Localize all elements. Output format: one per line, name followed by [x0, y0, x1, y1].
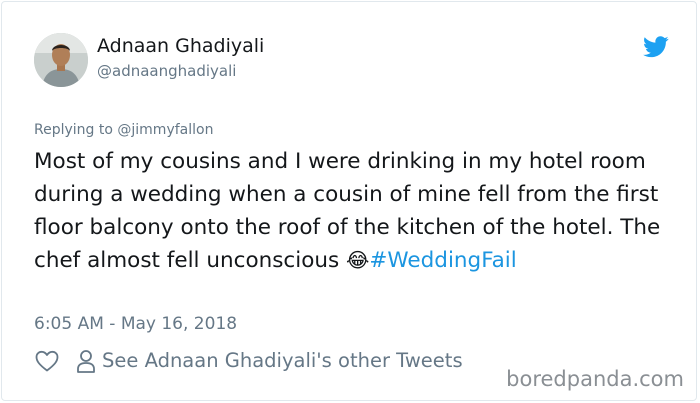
avatar-photo: [34, 33, 88, 87]
tweet-timestamp[interactable]: 6:05 AM - May 16, 2018: [34, 314, 237, 334]
avatar[interactable]: [34, 33, 88, 87]
tweet-text: Most of my cousins and I were drinking i…: [34, 145, 674, 277]
author-name[interactable]: Adnaan Ghadiyali: [97, 35, 264, 57]
laughing-emoji-icon: 😂: [346, 248, 370, 272]
replying-to-line: Replying to @jimmyfallon: [34, 122, 213, 138]
person-icon: [77, 350, 95, 373]
heart-icon[interactable]: [35, 350, 59, 372]
replying-prefix: Replying to: [34, 122, 113, 138]
watermark: boredpanda.com: [506, 367, 684, 391]
hashtag-link[interactable]: #WeddingFail: [369, 248, 516, 273]
twitter-bird-icon[interactable]: [643, 36, 669, 58]
reply-mention-link[interactable]: @jimmyfallon: [117, 122, 213, 138]
tweet-card: Adnaan Ghadiyali @adnaanghadiyali Replyi…: [1, 1, 697, 401]
author-handle[interactable]: @adnaanghadiyali: [97, 62, 236, 80]
other-tweets-link[interactable]: See Adnaan Ghadiyali's other Tweets: [102, 349, 463, 372]
